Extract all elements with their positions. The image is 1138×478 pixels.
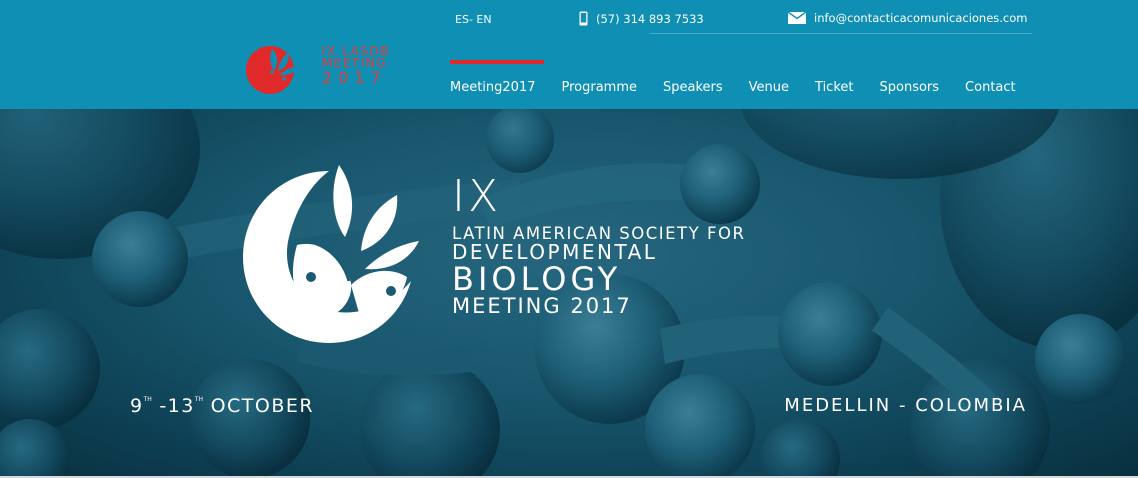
date-start-suffix: TH xyxy=(143,396,152,403)
lasdb-hero-logo-icon xyxy=(243,165,419,343)
event-location: MEDELLIN - COLOMBIA xyxy=(784,395,1027,416)
email-contact[interactable]: info@contacticacomunicaciones.com xyxy=(788,11,1028,25)
site-header: ES- EN (57) 314 893 7533 info@contactica… xyxy=(0,0,1138,109)
date-start: 9 xyxy=(130,395,144,417)
nav-meeting2017[interactable]: Meeting2017 xyxy=(450,60,544,95)
nav-ticket[interactable]: Ticket xyxy=(815,80,853,95)
phone-contact[interactable]: (57) 314 893 7533 xyxy=(579,11,704,26)
envelope-icon xyxy=(788,12,806,24)
event-edition: IX xyxy=(452,171,502,222)
nav-speakers[interactable]: Speakers xyxy=(663,80,723,95)
event-title-line-2: DEVELOPMENTAL xyxy=(452,240,658,265)
phone-number: (57) 314 893 7533 xyxy=(596,11,704,26)
nav-contact[interactable]: Contact xyxy=(965,80,1016,95)
logo-line-3: 2017 xyxy=(322,68,387,87)
main-nav: Meeting2017 Programme Speakers Venue Tic… xyxy=(450,60,1016,95)
hero-banner: IX LATIN AMERICAN SOCIETY FOR DEVELOPMEN… xyxy=(0,109,1138,476)
lasdb-logo-icon[interactable] xyxy=(244,41,300,97)
date-month: OCTOBER xyxy=(203,395,315,417)
logo-wordmark[interactable]: IX LASDB MEETING 2017 xyxy=(322,45,390,86)
event-title-line-3: BIOLOGY xyxy=(452,260,622,299)
lang-separator: - xyxy=(468,13,473,26)
date-end: -13 xyxy=(151,395,195,417)
event-dates: 9TH -13TH OCTOBER xyxy=(130,395,314,417)
lang-es-link[interactable]: ES xyxy=(455,13,469,26)
event-title-line-4: MEETING 2017 xyxy=(452,294,632,319)
email-address: info@contacticacomunicaciones.com xyxy=(814,11,1028,25)
lang-en-link[interactable]: EN xyxy=(476,13,491,26)
phone-icon xyxy=(579,11,588,26)
event-title: IX LATIN AMERICAN SOCIETY FOR DEVELOPMEN… xyxy=(452,171,745,319)
nav-programme[interactable]: Programme xyxy=(562,80,638,95)
language-switcher: ES- EN xyxy=(455,13,492,26)
topbar-divider xyxy=(650,33,1032,34)
nav-venue[interactable]: Venue xyxy=(749,80,789,95)
date-end-suffix: TH xyxy=(194,396,204,403)
nav-sponsors[interactable]: Sponsors xyxy=(880,80,940,95)
